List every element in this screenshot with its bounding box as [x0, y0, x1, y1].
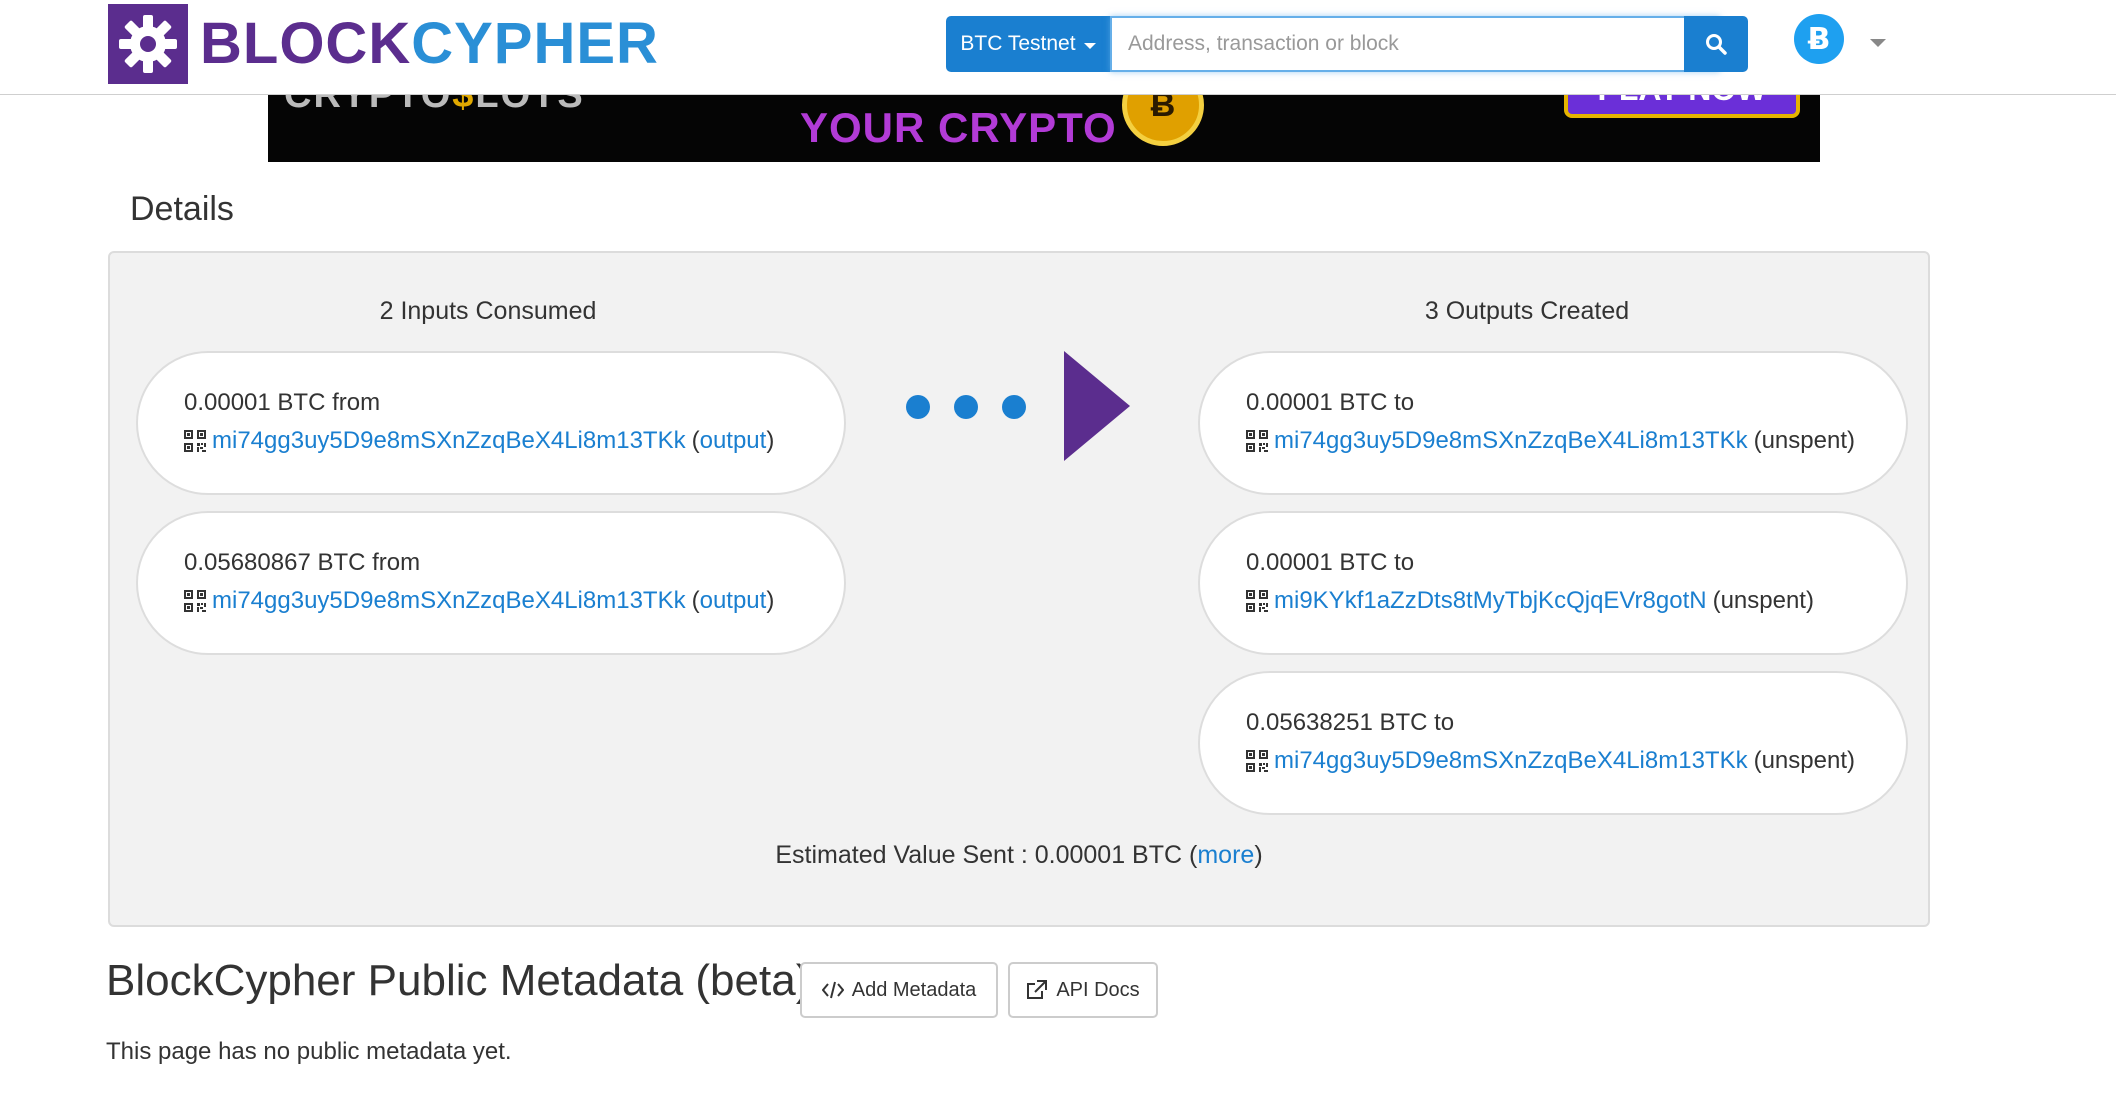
search-button[interactable] [1684, 16, 1748, 72]
bitcoin-symbol: Ƀ [1807, 21, 1831, 57]
input-amount: 0.00001 BTC from [184, 389, 381, 416]
ad-bitcoin-coin-icon: Ƀ [1122, 94, 1204, 146]
input-output-link[interactable]: output [700, 427, 767, 455]
network-label: BTC Testnet [960, 32, 1076, 55]
gear-logo-icon [108, 4, 188, 84]
estimated-value-sent: Estimated Value Sent : 0.00001 BTC (more… [110, 841, 1928, 870]
ad-banner[interactable]: CRYPTO$LOTS YOUR CRYPTO Ƀ PLAY NOW [268, 94, 1820, 162]
ad-brand-part3: LOTS [475, 94, 585, 116]
brand-wordmark-part2: CYPHER [411, 11, 659, 76]
metadata-heading: BlockCypher Public Metadata (beta) [106, 956, 811, 1005]
output-address-link[interactable]: mi74gg3uy5D9e8mSXnZzqBeX4Li8m13TKk [1274, 747, 1748, 775]
code-icon [821, 981, 844, 999]
ad-brand: CRYPTO$LOTS [284, 94, 585, 117]
output-address-link[interactable]: mi9KYkf1aZzDts8tMyTbjKcQjqEVr8gotN [1274, 587, 1707, 615]
paren-close: ) [1254, 841, 1263, 869]
output-status: (unspent) [1712, 587, 1814, 614]
bitcoin-icon[interactable]: Ƀ [1794, 14, 1844, 64]
metadata-empty-note: This page has no public metadata yet. [106, 1038, 512, 1065]
flow-dots [906, 395, 1026, 419]
account-caret-down-icon[interactable] [1870, 39, 1886, 47]
ad-play-now-button[interactable]: PLAY NOW [1564, 94, 1800, 118]
qr-code-icon[interactable] [1246, 750, 1268, 772]
estimate-text: Estimated Value Sent : 0.00001 BTC [775, 841, 1183, 869]
output-amount: 0.00001 BTC to [1246, 389, 1415, 416]
search-icon [1706, 34, 1727, 55]
qr-code-icon[interactable] [184, 430, 206, 452]
network-dropdown-button[interactable]: BTC Testnet [946, 16, 1110, 72]
ad-brand-part1: CRYPTO [284, 94, 453, 116]
ad-coin-symbol: Ƀ [1150, 94, 1176, 124]
input-output-link[interactable]: output [700, 587, 767, 615]
paren-open: ( [691, 587, 700, 614]
api-docs-button[interactable]: API Docs [1008, 962, 1158, 1018]
qr-code-icon[interactable] [1246, 430, 1268, 452]
add-metadata-button[interactable]: Add Metadata [800, 962, 998, 1018]
transaction-details-panel: 2 Inputs Consumed 3 Outputs Created 0.00… [108, 251, 1930, 927]
output-status: (unspent) [1753, 427, 1855, 454]
qr-code-icon[interactable] [1246, 590, 1268, 612]
output-status: (unspent) [1753, 747, 1855, 774]
outputs-heading: 3 Outputs Created [1424, 297, 1630, 325]
input-card: 0.00001 BTC from mi74gg3uy5D9e8mSXnZzqBe… [136, 351, 846, 495]
input-address-link[interactable]: mi74gg3uy5D9e8mSXnZzqBeX4Li8m13TKk [212, 427, 686, 455]
paren-close: ) [766, 587, 775, 614]
output-card: 0.05638251 BTC to mi74gg3uy5D9e8mSXnZzqB… [1198, 671, 1908, 815]
paren-open: ( [691, 427, 700, 454]
external-link-icon [1027, 980, 1048, 999]
output-amount: 0.05638251 BTC to [1246, 709, 1455, 736]
top-navbar: BLOCKCYPHER BTC Testnet Ƀ [0, 0, 2116, 95]
flow-arrow-icon [1064, 351, 1130, 461]
flow-dot [1002, 395, 1026, 419]
flow-dot [954, 395, 978, 419]
more-link[interactable]: more [1197, 841, 1254, 869]
input-amount: 0.05680867 BTC from [184, 549, 421, 576]
paren-close: ) [766, 427, 775, 454]
qr-code-icon[interactable] [184, 590, 206, 612]
output-amount: 0.00001 BTC to [1246, 549, 1415, 576]
add-metadata-label: Add Metadata [851, 978, 977, 1001]
output-card: 0.00001 BTC to mi74gg3uy5D9e8mSXnZzqBeX4… [1198, 351, 1908, 495]
output-address-link[interactable]: mi74gg3uy5D9e8mSXnZzqBeX4Li8m13TKk [1274, 427, 1748, 455]
brand-wordmark: BLOCKCYPHER [200, 4, 659, 84]
ad-brand-part2: $ [452, 94, 476, 116]
input-card: 0.05680867 BTC from mi74gg3uy5D9e8mSXnZz… [136, 511, 846, 655]
input-address-link[interactable]: mi74gg3uy5D9e8mSXnZzqBeX4Li8m13TKk [212, 587, 686, 615]
details-heading: Details [130, 190, 234, 228]
search-input[interactable] [1110, 16, 1720, 72]
output-card: 0.00001 BTC to mi9KYkf1aZzDts8tMyTbjKcQj… [1198, 511, 1908, 655]
ad-headline: YOUR CRYPTO [800, 104, 1117, 151]
flow-dot [906, 395, 930, 419]
caret-down-icon [1083, 42, 1096, 49]
inputs-heading: 2 Inputs Consumed [379, 297, 597, 325]
brand-logo[interactable]: BLOCKCYPHER [108, 4, 659, 84]
brand-wordmark-part1: BLOCK [200, 11, 412, 76]
api-docs-label: API Docs [1056, 978, 1140, 1001]
